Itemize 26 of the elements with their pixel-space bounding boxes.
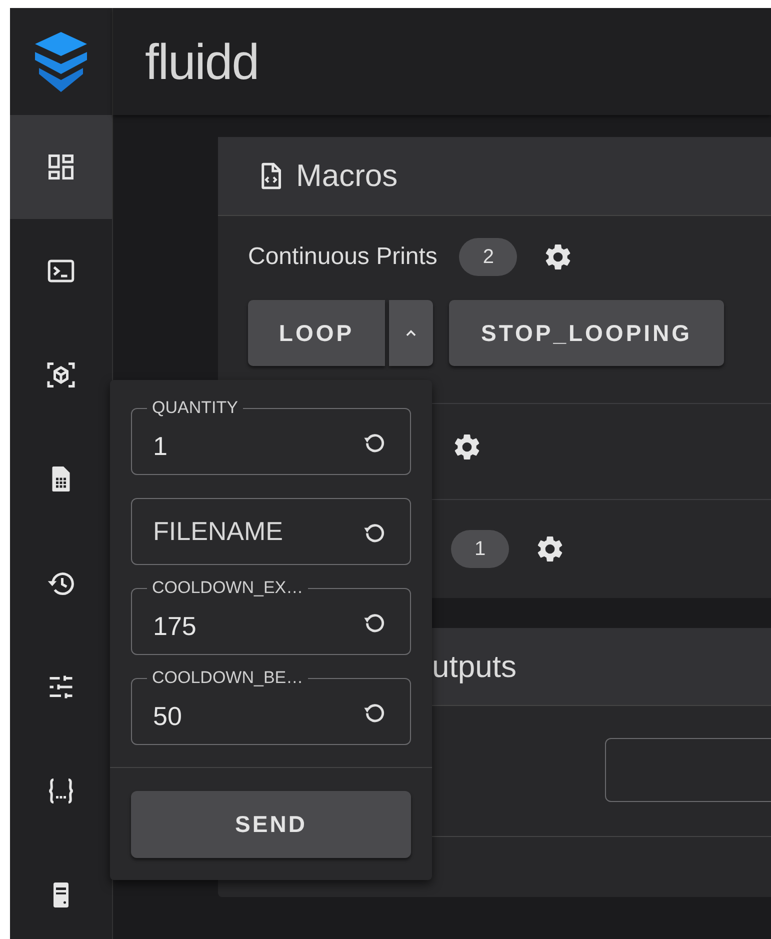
count-badge: 2 — [459, 238, 518, 276]
macro-button[interactable]: STOP_LOOPING — [449, 300, 724, 366]
card-title: Macros — [296, 158, 398, 194]
macro-button[interactable]: LOOP — [248, 300, 385, 366]
logo-icon[interactable] — [33, 30, 89, 94]
settings-icon[interactable] — [454, 434, 480, 460]
group-label: Continuous Prints — [248, 243, 438, 271]
settings-icon[interactable] — [545, 244, 572, 270]
field-value: 175 — [153, 610, 198, 642]
dashboard-icon — [46, 152, 76, 182]
field-label: QUANTITY — [147, 398, 243, 418]
nav-item[interactable] — [10, 115, 112, 219]
count-badge: 1 — [451, 530, 509, 568]
settings-icon[interactable] — [537, 536, 563, 562]
menu-toggle-button[interactable] — [389, 300, 433, 366]
field-value: 1 — [153, 430, 168, 462]
card-title: utputs — [432, 648, 516, 684]
placeholder: FILENAME — [153, 516, 284, 547]
field-value: 50 — [153, 700, 183, 732]
braces-icon — [46, 776, 76, 806]
input-field[interactable] — [605, 738, 771, 802]
send-button[interactable]: SEND — [131, 791, 411, 858]
field-label: COOLDOWN_EX… — [147, 578, 308, 598]
field-label: COOLDOWN_BE… — [147, 668, 308, 688]
cube-icon — [46, 360, 76, 390]
app-title: fluidd — [145, 32, 259, 90]
